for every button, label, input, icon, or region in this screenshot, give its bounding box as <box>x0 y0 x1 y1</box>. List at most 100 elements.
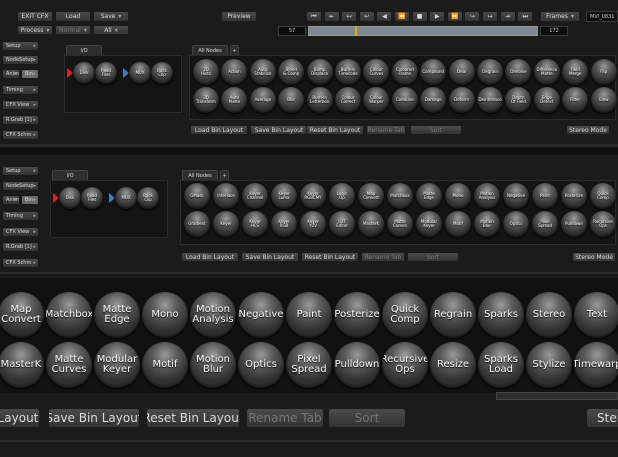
node-burn-in-letterbox[interactable]: Burn-In Letterbox <box>306 87 333 113</box>
node-keyer-rgb[interactable]: Keyer RGB <box>271 211 297 237</box>
node-blur[interactable]: Blur <box>278 87 305 113</box>
node-difference-matte[interactable]: Difference Matte <box>533 59 560 85</box>
bin-button-2[interactable]: Bin <box>21 195 39 205</box>
all-dropdown[interactable]: All <box>93 25 129 35</box>
frame-start-field[interactable]: 57 <box>278 26 306 36</box>
node-quick-comp[interactable]: Quick Comp <box>382 292 428 338</box>
node-mono[interactable]: Mono <box>445 183 471 209</box>
io-read-files[interactable]: Read Files <box>81 187 103 209</box>
node-gradient[interactable]: Gradient <box>184 211 210 237</box>
rename-tab-button[interactable]: Rename Tab <box>366 125 406 135</box>
node-interlace[interactable]: Interlace <box>213 183 239 209</box>
node-auto-stabilize[interactable]: Auto Stabilize <box>249 59 276 85</box>
node-edge-detect[interactable]: Edge Detect <box>533 87 560 113</box>
forward-button[interactable]: ↪ <box>464 11 481 22</box>
io-node[interactable]: Disk <box>59 187 81 209</box>
node-depth-of-field[interactable]: Depth Of Field <box>505 87 532 113</box>
node-degrain[interactable]: Degrain <box>477 59 503 85</box>
panel-divider-2[interactable] <box>0 272 618 274</box>
all-nodes-tab-2[interactable]: All Nodes <box>182 170 218 180</box>
node-gmask[interactable]: GMask <box>184 183 210 209</box>
node-matchbox[interactable]: Matchbox <box>387 183 413 209</box>
node-paint[interactable]: Paint <box>532 183 558 209</box>
node-regrain[interactable]: Regrain <box>430 292 476 338</box>
io-node[interactable]: Back Clip <box>151 62 173 84</box>
node-motion-analysis[interactable]: Motion Analysis <box>190 292 236 338</box>
node-matte-edge[interactable]: Matte Edge <box>416 183 442 209</box>
node-bump-displace[interactable]: Bump Displace <box>306 59 333 85</box>
rgrab-button-2[interactable]: R.Grab [1] <box>2 242 39 252</box>
node-mono[interactable]: Mono <box>142 292 188 338</box>
exit-cfx-button[interactable]: EXIT CFX <box>17 11 53 22</box>
node-logic-op[interactable]: Logic Op <box>329 183 355 209</box>
sort-button[interactable]: Sort <box>410 125 462 135</box>
normal-dropdown[interactable]: Normal <box>55 25 91 35</box>
timing-button[interactable]: Timing <box>2 85 39 95</box>
node-denoise[interactable]: Denoise <box>505 59 532 85</box>
node-pulldown[interactable]: Pulldown <box>561 211 587 237</box>
node-keyer-yuv[interactable]: Keyer YUV <box>300 211 326 237</box>
timing-button-2[interactable]: Timing <box>2 211 39 221</box>
node-negative[interactable]: Negative <box>503 183 529 209</box>
node-field-merge[interactable]: Field Merge <box>562 59 589 85</box>
node-colour-curves[interactable]: Colour Curves <box>363 59 390 85</box>
stereo-mode-button-2[interactable]: Stereo Mode <box>572 252 616 262</box>
io-node[interactable]: Disk <box>73 62 95 84</box>
node-keyer-channel[interactable]: Keyer Channel <box>242 183 268 209</box>
node-deform[interactable]: Deform <box>448 87 475 113</box>
frame-forward-button[interactable]: ⏩ <box>446 11 463 22</box>
preview-button[interactable]: Preview <box>221 11 257 22</box>
node-filter[interactable]: Filter <box>562 87 589 113</box>
io-tab-2[interactable]: I/O <box>52 170 88 180</box>
node-text[interactable]: Text <box>574 292 618 338</box>
io-disk[interactable]: Disk <box>67 62 95 84</box>
rename-tab-button-2[interactable]: Rename Tab <box>361 252 405 262</box>
node-compound[interactable]: Compound <box>420 59 447 85</box>
cfx-view-button-2[interactable]: CFX View <box>2 227 39 237</box>
io-mux[interactable]: MUX <box>123 62 151 84</box>
sort-button-zoom[interactable]: Sort <box>328 408 406 428</box>
node-optics[interactable]: Optics <box>238 342 284 388</box>
node-resize[interactable]: Resize <box>430 342 476 388</box>
node-posterize[interactable]: Posterize <box>561 183 587 209</box>
node-colour-correct[interactable]: Colour Correct <box>335 87 361 113</box>
node-recursive-ops[interactable]: Recursive Ops <box>382 342 428 388</box>
save-bin-layout-button[interactable]: Save Bin Layout <box>250 125 308 135</box>
node-motif[interactable]: Motif <box>142 342 188 388</box>
setup-button-2[interactable]: Setup <box>2 166 39 176</box>
node-damage[interactable]: Damage <box>420 87 447 113</box>
node-combine[interactable]: Combine <box>391 87 418 113</box>
io-node[interactable]: Read Files <box>95 62 117 84</box>
node-map-convert[interactable]: Map Convert <box>0 292 44 338</box>
step-forward-button[interactable]: ↦ <box>482 11 498 22</box>
node-motion-blur[interactable]: Motion Blur <box>190 342 236 388</box>
node-matte-edge[interactable]: Matte Edge <box>94 292 140 338</box>
node-pulldown[interactable]: Pulldown <box>334 342 380 388</box>
stereo-mode-button[interactable]: Stereo Mode <box>566 125 610 135</box>
node-glow[interactable]: Glow <box>590 87 617 113</box>
node-timewarp[interactable]: Timewarp <box>574 342 618 388</box>
node-keyer-hls[interactable]: Keyer HLS <box>242 211 268 237</box>
clip-name-field[interactable]: MVI_0831 <box>586 11 618 22</box>
node-keyer-rgbcmy[interactable]: Keyer RGBCMY <box>300 183 326 209</box>
node-matchbox[interactable]: Matchbox <box>46 292 92 338</box>
node-paint[interactable]: Paint <box>286 292 332 338</box>
node-recursive-ops[interactable]: Recursive Ops <box>590 211 616 237</box>
cfx-view-button[interactable]: CFX View <box>2 100 39 110</box>
node-colour-warper[interactable]: Colour Warper <box>363 87 390 113</box>
node-pixel-spread[interactable]: Pixel Spread <box>532 211 558 237</box>
node-modular-keyer[interactable]: Modular Keyer <box>416 211 442 237</box>
bin-button[interactable]: Bin <box>21 69 39 79</box>
sort-button-2[interactable]: Sort <box>407 252 459 262</box>
node-optics[interactable]: Optics <box>503 211 529 237</box>
node-3d-transform[interactable]: 3D Transform <box>193 87 219 113</box>
io-node[interactable]: MUX <box>129 62 151 84</box>
cfx-schm-button-2[interactable]: CFX Schm <box>2 258 39 268</box>
rewind-button[interactable]: ◀ <box>376 11 393 22</box>
node-matte-curves[interactable]: Matte Curves <box>387 211 413 237</box>
node-matte-curves[interactable]: Matte Curves <box>46 342 92 388</box>
node-keyer-luma[interactable]: Keyer Luma <box>271 183 297 209</box>
anim-button[interactable]: Anim <box>2 69 20 79</box>
play-button[interactable]: ▶ <box>429 11 446 22</box>
node-pixel-spread[interactable]: Pixel Spread <box>286 342 332 388</box>
